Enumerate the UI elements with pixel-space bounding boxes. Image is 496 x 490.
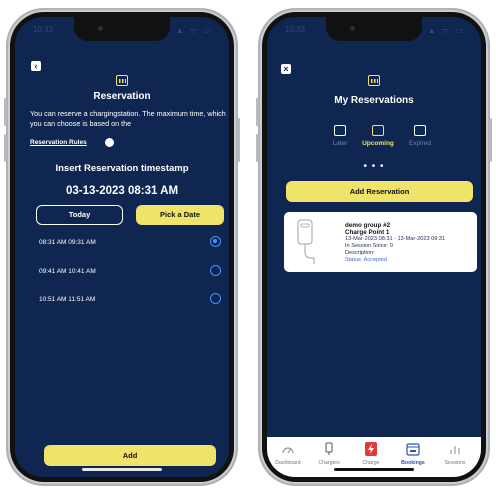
status-time: 10:33 bbox=[285, 25, 306, 34]
time-slot-label[interactable]: 08:31 AM 09:31 AM bbox=[39, 239, 96, 246]
volume-button bbox=[256, 134, 259, 162]
time-slot-label[interactable]: 10:51 AM 11:51 AM bbox=[39, 296, 95, 303]
tab-label: Upcoming bbox=[362, 140, 394, 147]
more-dots[interactable]: • • • bbox=[267, 161, 481, 172]
calendar-arrow-icon bbox=[414, 125, 426, 136]
insert-timestamp-title: Insert Reservation timestamp bbox=[55, 163, 189, 174]
time-slot-radio[interactable] bbox=[210, 293, 221, 304]
nav-label: Charge bbox=[362, 460, 380, 466]
status-time: 10:33 bbox=[33, 25, 54, 34]
selected-timestamp: 03-13-2023 08:31 AM bbox=[65, 185, 179, 197]
home-indicator bbox=[82, 468, 162, 471]
nav-label: Chargers bbox=[318, 460, 340, 466]
phone-left: 10:33 ▲ ᯤ ▭ ‹ Reservation You can reserv… bbox=[4, 8, 240, 486]
power-button bbox=[489, 118, 492, 162]
add-button[interactable]: Add bbox=[44, 445, 216, 466]
power-button bbox=[237, 118, 240, 162]
reservation-rules-link[interactable]: Reservation Rules bbox=[30, 139, 87, 146]
nav-label: Bookings bbox=[401, 460, 425, 466]
tab-expired[interactable]: Expired bbox=[400, 125, 440, 147]
calendar-icon bbox=[368, 75, 380, 86]
notch bbox=[326, 17, 422, 41]
chevron-left-icon[interactable]: ‹ bbox=[31, 61, 41, 71]
nav-bookings[interactable]: Bookings bbox=[393, 442, 433, 466]
tab-label: Later bbox=[332, 140, 348, 147]
home-indicator bbox=[334, 468, 414, 471]
today-button[interactable]: Today bbox=[36, 205, 123, 225]
calendar-icon bbox=[406, 443, 420, 456]
time-slot-label[interactable]: 09:41 AM 10:41 AM bbox=[39, 268, 96, 275]
info-icon[interactable] bbox=[105, 138, 114, 147]
tab-later[interactable]: Later bbox=[320, 125, 360, 147]
status-icons: ▲ ᯤ ▭ bbox=[175, 26, 213, 35]
card-group: demo group #2 bbox=[345, 222, 391, 229]
nav-sessions[interactable]: Sessions bbox=[435, 442, 475, 466]
card-description: Description: bbox=[345, 250, 375, 256]
page-title: My Reservations bbox=[334, 95, 414, 106]
bar-chart-icon bbox=[450, 446, 460, 454]
reservation-screen: 10:33 ▲ ᯤ ▭ ‹ Reservation You can reserv… bbox=[15, 17, 229, 477]
nav-dashboard[interactable]: Dashboard bbox=[268, 442, 308, 466]
card-period: 13-Mar-2023 08:31 - 13-Mar-2023 09:31 bbox=[345, 236, 446, 242]
bolt-icon bbox=[365, 442, 377, 456]
calendar-plus-icon bbox=[372, 125, 384, 136]
calendar-icon bbox=[116, 75, 128, 86]
reservation-card[interactable]: demo group #2 Charge Point 1 13-Mar-2023… bbox=[284, 212, 477, 272]
page-title: Reservation bbox=[93, 91, 151, 102]
card-charge-point: Charge Point 1 bbox=[345, 229, 390, 236]
nav-chargers[interactable]: Chargers bbox=[309, 442, 349, 466]
time-slot-radio[interactable] bbox=[210, 265, 221, 276]
volume-button bbox=[4, 134, 7, 162]
nav-label: Sessions bbox=[444, 460, 466, 466]
pick-date-button[interactable]: Pick a Date bbox=[136, 205, 224, 225]
calendar-icon bbox=[334, 125, 346, 136]
charger-icon bbox=[325, 442, 333, 455]
my-reservations-screen: 10:33 ▲ ᯤ ▭ × My Reservations Later Upco… bbox=[267, 17, 481, 477]
tab-upcoming[interactable]: Upcoming bbox=[358, 125, 398, 147]
gauge-icon bbox=[282, 447, 294, 454]
add-reservation-button[interactable]: Add Reservation bbox=[286, 181, 473, 202]
notch bbox=[74, 17, 170, 41]
close-icon[interactable]: × bbox=[281, 64, 291, 74]
bottom-nav: Dashboard Chargers Charge Bookings Sessi… bbox=[267, 437, 481, 477]
status-icons: ▲ ᯤ ▭ bbox=[427, 26, 465, 35]
card-in-session: In Session Since: 0 bbox=[345, 243, 393, 249]
camera bbox=[98, 26, 103, 31]
camera bbox=[350, 26, 355, 31]
nav-label: Dashboard bbox=[275, 460, 301, 466]
charger-icon bbox=[297, 219, 315, 264]
volume-button bbox=[4, 98, 7, 126]
tab-label: Expired bbox=[408, 140, 432, 147]
nav-charge[interactable]: Charge bbox=[351, 442, 391, 466]
card-status: Status: Accepted bbox=[345, 257, 387, 263]
phone-right: 10:33 ▲ ᯤ ▭ × My Reservations Later Upco… bbox=[256, 8, 492, 486]
reservation-description: You can reserve a chargingstation. The m… bbox=[30, 109, 226, 128]
volume-button bbox=[256, 98, 259, 126]
time-slot-radio-selected[interactable] bbox=[210, 236, 221, 247]
